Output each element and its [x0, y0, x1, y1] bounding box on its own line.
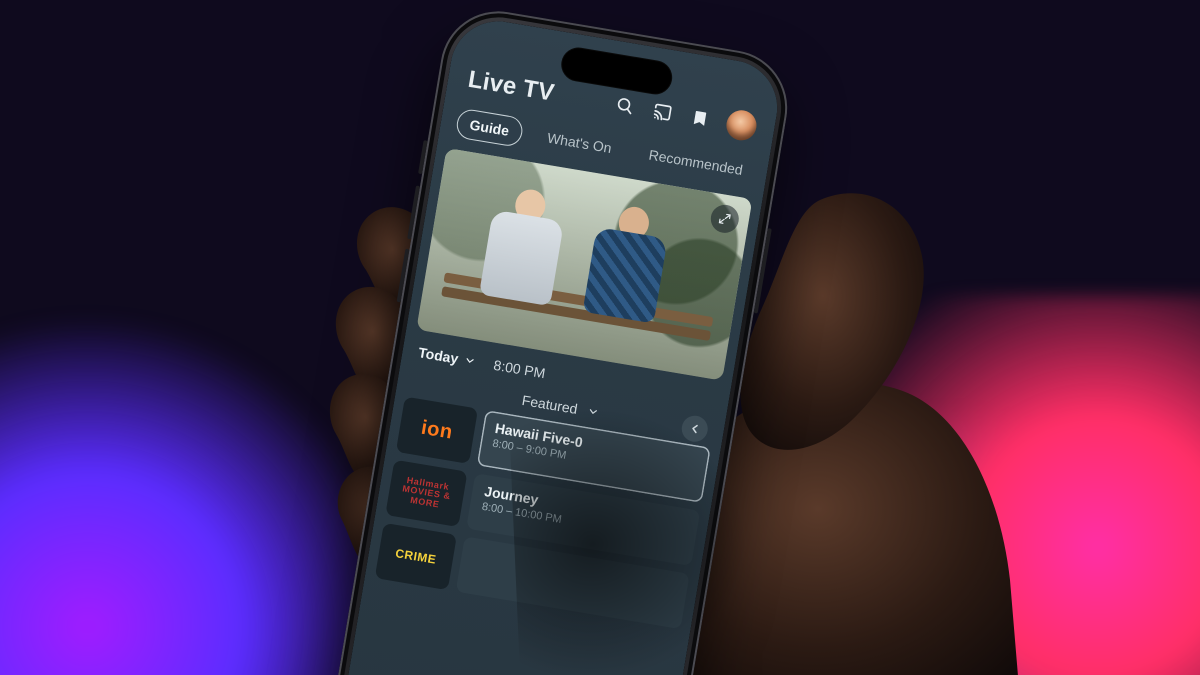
time-label[interactable]: 8:00 PM [492, 357, 546, 381]
phone-frame: Live TV Guide [329, 3, 796, 675]
phone-device: Live TV Guide [329, 3, 796, 675]
chevron-down-icon [463, 354, 477, 368]
search-icon[interactable] [612, 93, 637, 118]
scroll-left-button[interactable] [680, 414, 710, 444]
cast-icon[interactable] [650, 99, 675, 124]
background-glow [790, 295, 1200, 675]
app-screen: Live TV Guide [340, 14, 784, 675]
phone-bezel: Live TV Guide [340, 14, 784, 675]
day-label: Today [417, 344, 459, 366]
tab-recommended[interactable]: Recommended [635, 139, 757, 186]
tab-guide[interactable]: Guide [455, 108, 525, 148]
channel-logo-hallmark[interactable]: Hallmark MOVIES & MORE [385, 460, 467, 527]
channel-logo-crime[interactable]: CRIME [375, 523, 457, 590]
bookmark-icon[interactable] [687, 106, 712, 131]
tab-whats-on[interactable]: What's On [533, 122, 625, 164]
chevron-down-icon[interactable] [586, 405, 600, 419]
background-glow [0, 315, 400, 675]
avatar[interactable] [724, 108, 759, 143]
section-title: Featured [521, 392, 579, 417]
day-picker[interactable]: Today [417, 344, 477, 369]
